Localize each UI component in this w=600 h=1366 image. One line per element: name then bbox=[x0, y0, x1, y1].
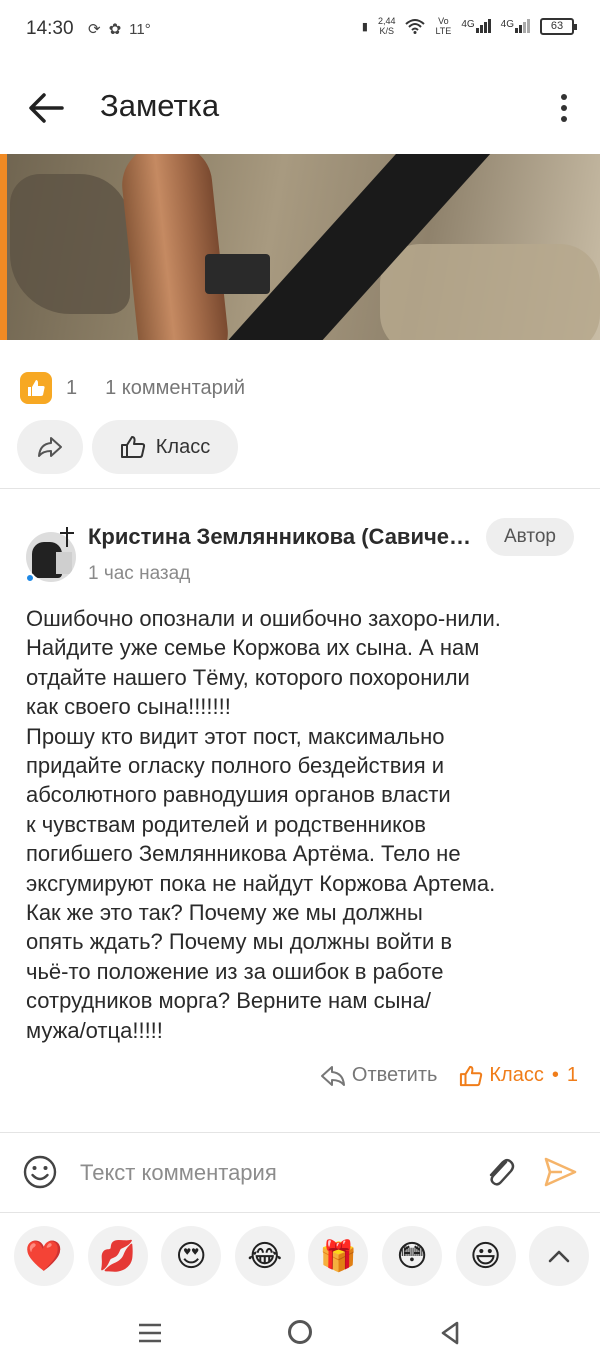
image-accent-strip bbox=[0, 154, 7, 340]
emoji-flushed[interactable]: 😳 bbox=[381, 1226, 442, 1286]
comment-text: Ошибочно опознали и ошибочно захоро-нили… bbox=[26, 606, 501, 1043]
signal-icon bbox=[515, 19, 530, 33]
sim2-signal: 4G bbox=[501, 19, 530, 33]
comment-time: 1 час назад bbox=[88, 563, 191, 584]
emoji-heart[interactable]: ❤️ bbox=[14, 1226, 74, 1286]
comment-input[interactable] bbox=[80, 1154, 460, 1192]
class-label: Класс bbox=[155, 435, 211, 458]
home-icon[interactable] bbox=[288, 1320, 312, 1344]
avatar-figure bbox=[56, 552, 72, 574]
cross-icon bbox=[60, 527, 74, 547]
recent-apps-icon[interactable] bbox=[137, 1320, 163, 1346]
notification-icon: ✿ bbox=[108, 21, 122, 38]
status-time: 14:30 bbox=[26, 18, 74, 39]
comment-class-count[interactable]: 1 bbox=[567, 1064, 578, 1087]
sim2-label: 4G bbox=[500, 19, 514, 30]
net-speed-unit: K/S bbox=[379, 26, 394, 36]
comment-author[interactable]: Кристина Землянникова (Савичева) bbox=[88, 524, 472, 550]
sim1-signal: 4G bbox=[461, 19, 491, 33]
share-button[interactable] bbox=[17, 420, 83, 474]
system-nav-bar bbox=[0, 1300, 600, 1366]
app-bar: Заметка bbox=[0, 60, 600, 154]
volte: Vo LTE bbox=[435, 16, 451, 36]
emoji-toggle-button[interactable] bbox=[22, 1154, 58, 1190]
page-title: Заметка bbox=[100, 88, 220, 123]
like-badge[interactable] bbox=[20, 372, 52, 404]
divider bbox=[0, 1132, 600, 1133]
image-rock bbox=[10, 174, 130, 314]
back-button[interactable] bbox=[24, 86, 68, 130]
emoji-kiss[interactable]: 💋 bbox=[87, 1226, 148, 1286]
comments-count[interactable]: 1 комментарий bbox=[105, 377, 245, 400]
image-object bbox=[205, 254, 270, 294]
smile-icon bbox=[23, 1155, 57, 1189]
comment-actions: Ответить Класс • 1 bbox=[320, 1064, 578, 1087]
sim1-label: 4G bbox=[461, 19, 475, 30]
attach-button[interactable] bbox=[482, 1152, 518, 1192]
reply-icon bbox=[320, 1065, 345, 1086]
emoji-quick-row: ❤️ 💋 😍 😂 🎁 😳 😃 bbox=[14, 1226, 590, 1286]
emoji-heart-eyes[interactable]: 😍 bbox=[161, 1226, 222, 1286]
comment-class-button[interactable]: Класс bbox=[459, 1064, 544, 1087]
divider bbox=[0, 1212, 600, 1213]
thumbs-up-icon bbox=[120, 436, 145, 458]
online-indicator bbox=[25, 573, 35, 583]
emoji-laughing[interactable]: 😂 bbox=[234, 1226, 295, 1286]
more-vertical-icon bbox=[561, 94, 567, 100]
battery-icon: 63 bbox=[540, 17, 577, 35]
status-left-icons: ⟳ ✿ 11° bbox=[88, 20, 151, 39]
author-badge: Автор bbox=[486, 518, 574, 556]
emoji-gift[interactable]: 🎁 bbox=[308, 1226, 369, 1286]
paperclip-icon bbox=[489, 1158, 515, 1186]
wifi-icon bbox=[405, 19, 426, 34]
send-button[interactable] bbox=[540, 1152, 580, 1192]
comment-class-label: Класс bbox=[489, 1064, 544, 1086]
divider bbox=[0, 488, 600, 489]
sync-icon: ⟳ bbox=[88, 21, 101, 38]
arrow-left-icon bbox=[29, 93, 64, 123]
expand-emoji-button[interactable] bbox=[529, 1226, 590, 1286]
post-actions: Класс bbox=[17, 420, 238, 474]
temperature-label: 11° bbox=[129, 20, 151, 38]
comment-input-bar bbox=[0, 1134, 600, 1212]
post-reactions: 1 1 комментарий bbox=[20, 372, 245, 404]
reply-button[interactable]: Ответить bbox=[320, 1064, 438, 1087]
image-rock bbox=[380, 244, 600, 340]
emoji-smiley[interactable]: 😃 bbox=[455, 1226, 516, 1286]
separator-dot: • bbox=[551, 1064, 559, 1086]
net-speed: 2,44 K/S bbox=[378, 16, 396, 36]
thumbs-up-icon bbox=[460, 1065, 483, 1086]
reply-label: Ответить bbox=[351, 1064, 438, 1086]
chevron-up-icon bbox=[548, 1250, 570, 1263]
post-image[interactable] bbox=[0, 154, 600, 340]
signal-icon bbox=[475, 19, 491, 33]
like-count[interactable]: 1 bbox=[66, 377, 77, 400]
status-right-icons: ▮ 2,44 K/S Vo LTE 4G 4G 63 bbox=[361, 16, 577, 36]
nav-back-icon[interactable] bbox=[438, 1320, 462, 1346]
more-options-button[interactable] bbox=[552, 90, 576, 130]
status-bar: 14:30 ⟳ ✿ 11° ▮ 2,44 K/S Vo LTE 4G 4G 63 bbox=[0, 0, 600, 60]
share-icon bbox=[38, 437, 62, 457]
send-icon bbox=[544, 1157, 577, 1187]
net-speed-value: 2,44 bbox=[377, 16, 396, 26]
image-pipe bbox=[118, 154, 232, 340]
volte-bottom: LTE bbox=[435, 26, 452, 36]
volte-top: Vo bbox=[438, 16, 449, 26]
class-button[interactable]: Класс bbox=[92, 420, 238, 474]
thumbs-up-icon bbox=[28, 380, 45, 396]
vibrate-icon: ▮ bbox=[361, 20, 368, 33]
